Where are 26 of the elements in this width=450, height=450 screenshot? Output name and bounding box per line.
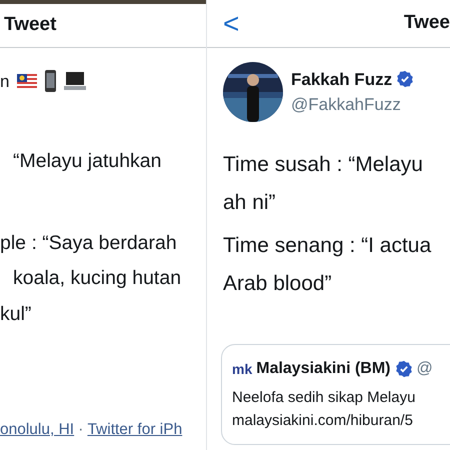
quote-link[interactable]: malaysiakini.com/hiburan/5 [232,410,450,432]
source-handle: @ [416,359,433,379]
tweet-text-line: Arab blood” [223,273,333,294]
flag-icon [17,74,38,88]
tweet-text-line: koala, kucing hutan [12,269,182,288]
header-title: Twee [404,11,450,36]
tweet-text-line: Time susah : “Melayu [223,154,424,175]
author-name: n [0,72,10,90]
source-link[interactable]: Twitter for iPh [87,418,182,442]
tweet-text-line: “Melayu jatuhkan [12,152,162,172]
header-title: Tweet [4,13,56,38]
back-button[interactable]: < [223,10,240,38]
author-handle: @FakkahFuzz [291,94,402,116]
quote-text: Neelofa sedih sikap Melayu [232,388,416,408]
source-name: Malaysiakini (BM) [256,359,390,379]
logo-icon: mk [232,358,252,380]
quoted-tweet-card[interactable]: mk Malaysiakini (BM) @ Neelofa sedih sikap Melayu malaysiakini.com/hiburan/5 [221,344,450,445]
phone-icon [45,70,56,92]
laptop-icon [64,72,86,90]
tweet-text-line: Time senang : “I actua [223,235,432,256]
location-link[interactable]: onolulu, HI [0,418,74,442]
author-name: Fakkah Fuzz [291,68,392,90]
tweet-text-line: ah ni” [223,192,277,213]
tweet-text-line: kul” [0,304,32,324]
tweet-text-line: ple : “Saya berdarah [0,234,178,253]
separator-text: · [78,420,84,440]
